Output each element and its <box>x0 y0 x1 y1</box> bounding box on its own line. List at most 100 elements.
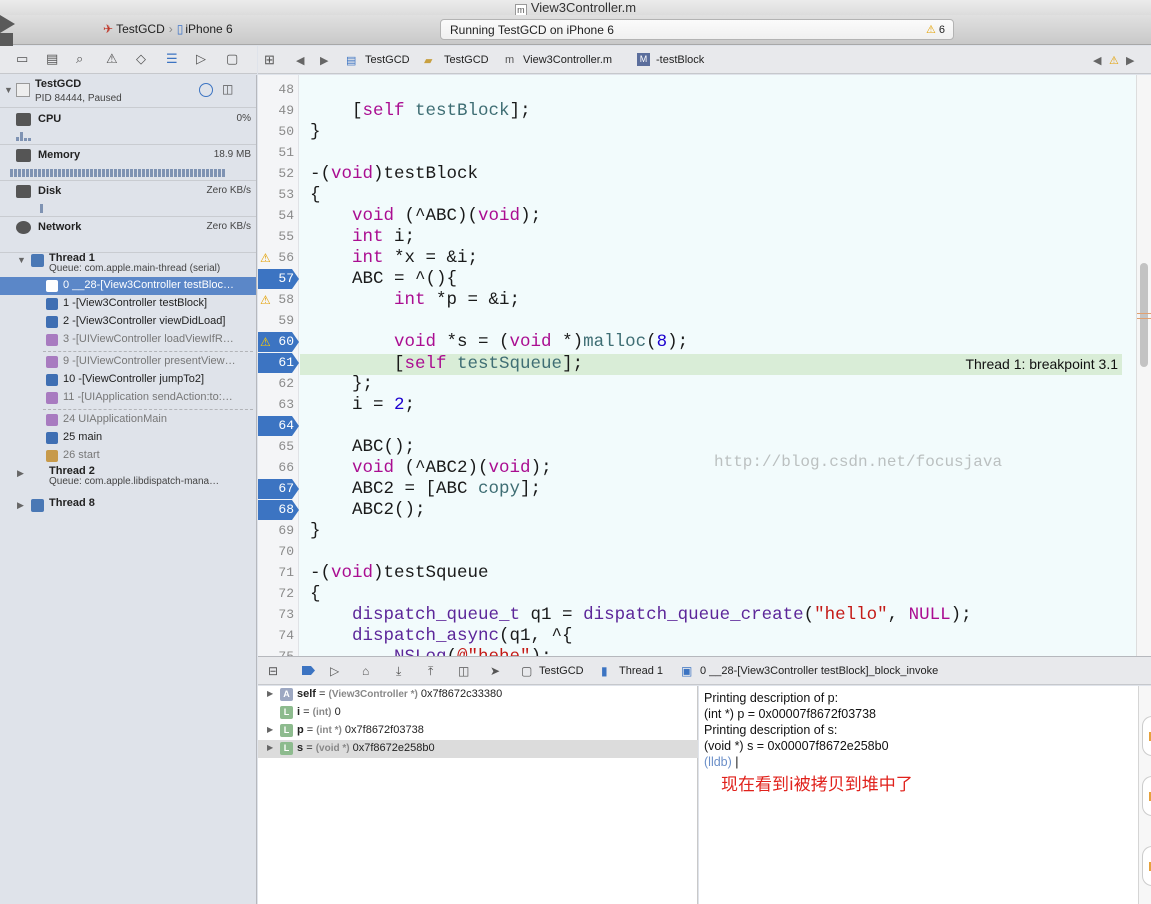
thread-filter-icon[interactable]: ◫ <box>222 82 233 96</box>
warning-indicator[interactable]: ⚠ 6 <box>926 23 945 36</box>
step-into-icon[interactable]: ⤓ <box>396 664 401 679</box>
related-items-icon[interactable]: ⊞ <box>264 52 275 68</box>
debug-crumb[interactable]: TestGCD <box>539 665 584 677</box>
disk-icon <box>16 185 31 198</box>
symbol-navigator-icon[interactable]: ▤ <box>46 52 58 67</box>
debug-bar: ⊟ ▷ ⌂ ⤓ ⤒ ◫ ➤ ▢ TestGCD ▮ Thread 1 ▣ 0 _… <box>258 656 1151 685</box>
code-line: { <box>310 584 321 604</box>
jump-item[interactable]: TestGCD <box>365 54 410 66</box>
disclosure-down-icon[interactable]: ▼ <box>4 85 13 95</box>
code-line: NSLog(@"hehe"); <box>310 647 1130 656</box>
stack-frame-row[interactable]: 11 -[UIApplication sendAction:to:… <box>0 389 256 407</box>
continue-icon[interactable]: ▷ <box>330 664 339 678</box>
line-number: 69 <box>278 523 294 538</box>
variable-row[interactable]: ▶ A self = (View3Controller *) 0x7f8672c… <box>258 686 698 704</box>
issue-warning-icon[interactable]: ⚠ <box>1109 54 1119 67</box>
prev-issue-icon[interactable]: ◀ <box>1093 54 1101 67</box>
run-button[interactable] <box>0 15 15 33</box>
breakpoint-marker[interactable]: 68 <box>258 500 299 520</box>
stack-frame-row[interactable]: 25 main <box>0 429 256 447</box>
stack-frame-row[interactable]: 26 start <box>0 447 256 465</box>
disclosure-right-icon[interactable]: ▶ <box>267 743 273 752</box>
thread-8-row[interactable]: ▶ Thread 8 <box>0 497 256 515</box>
stack-frame-row[interactable]: 0 __28-[View3Controller testBloc… <box>0 277 256 295</box>
gauge-cpu[interactable]: CPU 0% <box>0 109 256 145</box>
debug-navigator-icon[interactable]: ☰ <box>166 52 178 67</box>
variable-row[interactable]: ▶ L p = (int *) 0x7f8672f03738 <box>258 722 698 740</box>
source-editor[interactable]: 48 49 50 51 52 53 54 55 ⚠ 56 57 ⚠ 58 59 ⚠ 6… <box>258 75 1136 656</box>
system-frame-icon <box>46 392 58 404</box>
debug-crumb[interactable]: 0 __28-[View3Controller testBlock]_block… <box>700 665 938 677</box>
next-issue-icon[interactable]: ▶ <box>1126 54 1134 67</box>
frame-label: 9 -[UIViewController presentView… <box>63 355 236 367</box>
line-number: 51 <box>278 145 294 160</box>
disclosure-down-icon[interactable]: ▼ <box>17 255 26 265</box>
variable-type: (void *) <box>315 743 350 754</box>
gauge-memory[interactable]: Memory 18.9 MB <box>0 145 256 181</box>
test-navigator-icon[interactable]: ◇ <box>136 52 146 67</box>
breakpoint-navigator-icon[interactable]: ▷ <box>196 52 206 67</box>
gauge-value: Zero KB/s <box>206 221 251 232</box>
thread-1-row[interactable]: ▼ Thread 1 Queue: com.apple.main-thread … <box>0 252 256 276</box>
frame-label: 0 __28-[View3Controller testBloc… <box>63 279 234 291</box>
variables-view[interactable]: ▶ A self = (View3Controller *) 0x7f8672c… <box>258 686 698 904</box>
warning-icon[interactable]: ⚠ <box>260 290 271 310</box>
stack-frame-row[interactable]: 10 -[ViewController jumpTo2] <box>0 371 256 389</box>
disclosure-right-icon[interactable]: ▶ <box>267 725 273 734</box>
stack-frame-row[interactable]: 24 UIApplicationMain <box>0 411 256 429</box>
line-number: 73 <box>278 607 294 622</box>
warning-icon[interactable]: ⚠ <box>260 248 271 268</box>
gauge-label: CPU <box>38 113 62 125</box>
gauges-toggle-icon[interactable] <box>199 83 213 97</box>
scheme-selector[interactable]: ✈ TestGCD › ▯ iPhone 6 <box>103 22 233 36</box>
breakpoint-marker[interactable]: 57 <box>258 269 299 289</box>
variable-row[interactable]: ▶ L s = (void *) 0x7f8672e258b0 <box>258 740 698 758</box>
step-out-icon[interactable]: ⤒ <box>428 664 433 679</box>
step-over-icon[interactable]: ⌂ <box>362 664 369 678</box>
side-tab-icon[interactable] <box>1142 846 1151 886</box>
disclosure-right-icon[interactable]: ▶ <box>17 468 24 479</box>
warning-icon[interactable]: ⚠ <box>260 332 271 352</box>
breakpoint-marker[interactable]: 64 <box>258 416 299 436</box>
breakpoint-marker[interactable]: 61 <box>258 353 299 373</box>
disclosure-right-icon[interactable]: ▶ <box>17 500 24 511</box>
stack-frame-row[interactable]: 2 -[View3Controller viewDidLoad] <box>0 313 256 331</box>
editor-scrollbar[interactable] <box>1136 75 1151 656</box>
user-frame-icon <box>46 298 58 310</box>
console-scrollbar[interactable] <box>1138 686 1151 904</box>
breakpoints-toggle-icon[interactable] <box>302 666 315 675</box>
issue-warning-icon[interactable]: ⚠ <box>106 52 118 67</box>
report-navigator-icon[interactable]: ▢ <box>226 52 238 67</box>
breakpoint-marker[interactable]: 67 <box>258 479 299 499</box>
jump-item[interactable]: View3Controller.m <box>523 54 612 66</box>
disclosure-right-icon[interactable]: ▶ <box>267 689 273 698</box>
location-icon[interactable]: ➤ <box>490 664 500 678</box>
folder-icon[interactable]: ▭ <box>16 52 28 67</box>
process-header[interactable]: ▼ TestGCD PID 84444, Paused ◫ <box>0 75 256 108</box>
search-icon[interactable]: ⌕ <box>76 52 83 67</box>
hide-debug-area-icon[interactable]: ⊟ <box>268 664 278 678</box>
side-tab-icon[interactable] <box>1142 716 1151 756</box>
variable-row[interactable]: L i = (int) 0 <box>258 704 698 722</box>
code-line: ABC2 = [ABC copy]; <box>310 479 542 499</box>
thread-2-row[interactable]: ▶ Thread 2 Queue: com.apple.libdispatch-… <box>0 465 256 489</box>
stop-button[interactable] <box>0 33 13 46</box>
jump-item[interactable]: TestGCD <box>444 54 489 66</box>
debug-console[interactable]: Printing description of p: (int *) p = 0… <box>699 686 1138 904</box>
jump-item[interactable]: -testBlock <box>656 54 704 66</box>
code-line: void (^ABC)(void); <box>352 206 542 226</box>
debug-crumb[interactable]: Thread 1 <box>619 665 663 677</box>
forward-arrow-icon[interactable]: ▶ <box>320 54 328 67</box>
gauge-network[interactable]: Network Zero KB/s <box>0 217 256 253</box>
gauge-disk[interactable]: Disk Zero KB/s <box>0 181 256 217</box>
view-debugger-icon[interactable]: ◫ <box>458 664 469 678</box>
stack-frame-row[interactable]: 3 -[UIViewController loadViewIfR… <box>0 331 256 349</box>
back-arrow-icon[interactable]: ◀ <box>296 54 304 67</box>
stack-frame-row[interactable]: 1 -[View3Controller testBlock] <box>0 295 256 313</box>
stack-frame-row[interactable]: 9 -[UIViewController presentView… <box>0 353 256 371</box>
lldb-prompt[interactable]: (lldb) | <box>704 754 739 770</box>
variable-value: 0 <box>334 706 341 718</box>
side-tab-icon[interactable] <box>1142 776 1151 816</box>
line-number-gutter[interactable]: 48 49 50 51 52 53 54 55 ⚠ 56 57 ⚠ 58 59 ⚠ 6… <box>258 75 299 656</box>
breakpoint-marker[interactable]: ⚠ 60 <box>258 332 299 352</box>
